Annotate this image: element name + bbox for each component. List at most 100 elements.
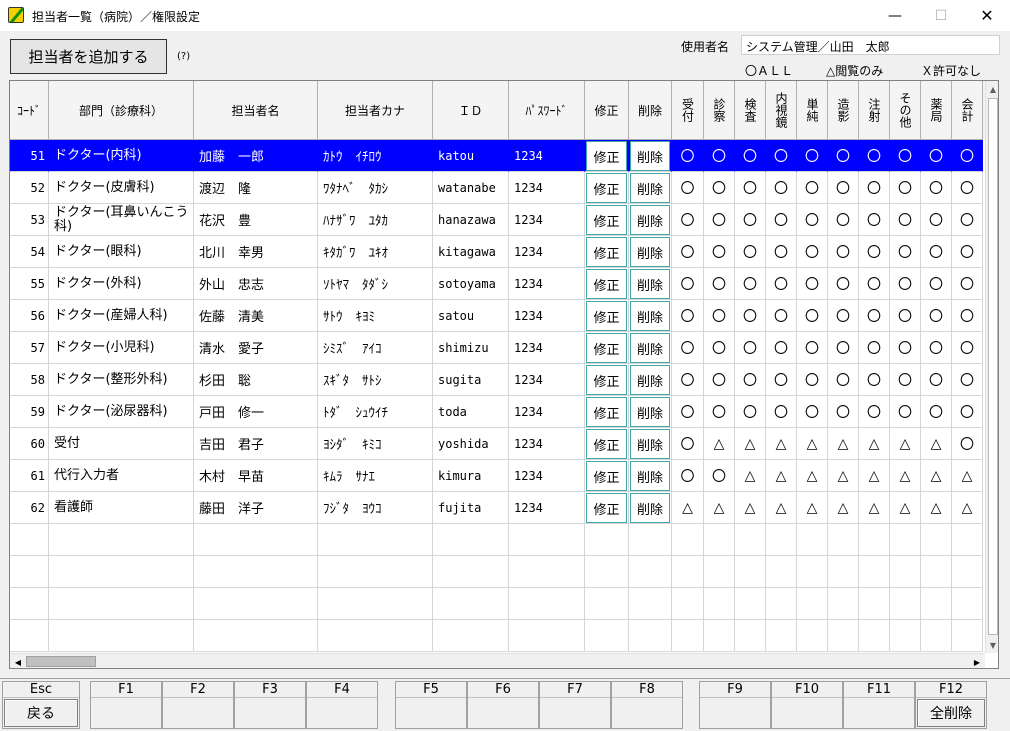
edit-row-button[interactable]: 修正 bbox=[586, 397, 627, 427]
permission-cell[interactable]: 〇 bbox=[890, 236, 921, 268]
permission-cell[interactable]: 〇 bbox=[672, 300, 704, 332]
permission-cell[interactable]: △ bbox=[921, 428, 952, 460]
permission-cell[interactable]: △ bbox=[890, 460, 921, 492]
permission-cell[interactable]: 〇 bbox=[766, 204, 797, 236]
maximize-icon[interactable]: ☐ bbox=[918, 0, 964, 31]
permission-cell[interactable]: 〇 bbox=[735, 268, 766, 300]
permission-cell[interactable]: 〇 bbox=[735, 300, 766, 332]
permission-cell[interactable]: 〇 bbox=[921, 268, 952, 300]
permission-cell[interactable]: 〇 bbox=[704, 268, 735, 300]
edit-row-button[interactable]: 修正 bbox=[586, 333, 627, 363]
permission-cell[interactable]: △ bbox=[859, 492, 890, 524]
permission-cell[interactable]: 〇 bbox=[952, 172, 983, 204]
permission-cell[interactable]: △ bbox=[704, 492, 735, 524]
table-row[interactable]: 58 ドクター(整形外科) 杉田 聡ｽｷﾞﾀ ｻﾄｼ sugita 1234 修正 削除〇〇… bbox=[10, 364, 985, 396]
delete-row-button[interactable]: 削除 bbox=[630, 461, 670, 491]
permission-cell[interactable]: 〇 bbox=[952, 364, 983, 396]
permission-cell[interactable]: 〇 bbox=[704, 460, 735, 492]
edit-row-button[interactable]: 修正 bbox=[586, 301, 627, 331]
permission-cell[interactable]: 〇 bbox=[952, 332, 983, 364]
permission-cell[interactable]: 〇 bbox=[735, 396, 766, 428]
permission-cell[interactable]: 〇 bbox=[672, 236, 704, 268]
permission-cell[interactable]: 〇 bbox=[828, 364, 859, 396]
permission-cell[interactable]: △ bbox=[766, 492, 797, 524]
edit-row-button[interactable]: 修正 bbox=[586, 269, 627, 299]
fkey-f12-button[interactable]: 全削除 bbox=[917, 699, 985, 727]
permission-cell[interactable]: 〇 bbox=[952, 396, 983, 428]
permission-cell[interactable]: 〇 bbox=[797, 236, 828, 268]
permission-cell[interactable]: 〇 bbox=[766, 396, 797, 428]
permission-cell[interactable]: 〇 bbox=[704, 300, 735, 332]
permission-cell[interactable]: 〇 bbox=[890, 204, 921, 236]
delete-row-button[interactable]: 削除 bbox=[630, 429, 670, 459]
permission-cell[interactable]: 〇 bbox=[704, 364, 735, 396]
permission-cell[interactable]: 〇 bbox=[672, 428, 704, 460]
add-staff-button[interactable]: 担当者を追加する bbox=[10, 39, 167, 74]
permission-cell[interactable]: 〇 bbox=[890, 396, 921, 428]
permission-cell[interactable]: 〇 bbox=[859, 332, 890, 364]
permission-cell[interactable]: 〇 bbox=[766, 268, 797, 300]
table-row[interactable]: 57 ドクター(小児科) 清水 愛子 ｼﾐｽﾞ ｱｲｺ shimizu 1234 修正 削除〇… bbox=[10, 332, 985, 364]
permission-cell[interactable]: 〇 bbox=[704, 236, 735, 268]
permission-cell[interactable]: 〇 bbox=[797, 364, 828, 396]
permission-cell[interactable]: 〇 bbox=[921, 396, 952, 428]
permission-cell[interactable]: 〇 bbox=[672, 140, 704, 172]
permission-cell[interactable]: 〇 bbox=[828, 268, 859, 300]
permission-cell[interactable]: 〇 bbox=[890, 364, 921, 396]
permission-cell[interactable]: 〇 bbox=[921, 172, 952, 204]
permission-cell[interactable]: 〇 bbox=[921, 204, 952, 236]
permission-cell[interactable]: △ bbox=[890, 492, 921, 524]
table-row[interactable]: 60 受付 吉田 君子 ﾖｼﾀﾞ ｷﾐｺ yoshida 1234 修正 削除〇 △ △ △ △ △ △ △… bbox=[10, 428, 985, 460]
permission-cell[interactable]: 〇 bbox=[735, 332, 766, 364]
table-row[interactable]: 53 ドクター(耳鼻いんこう科) 花沢 豊ﾊﾅｻﾞﾜ ﾕﾀｶ hanazawa 1234… bbox=[10, 204, 985, 236]
edit-row-button[interactable]: 修正 bbox=[586, 429, 627, 459]
permission-cell[interactable]: △ bbox=[766, 460, 797, 492]
permission-cell[interactable]: △ bbox=[735, 428, 766, 460]
permission-cell[interactable]: 〇 bbox=[672, 172, 704, 204]
horizontal-scroll-thumb[interactable] bbox=[26, 656, 96, 667]
permission-cell[interactable]: 〇 bbox=[952, 140, 983, 172]
delete-row-button[interactable]: 削除 bbox=[630, 237, 670, 267]
permission-cell[interactable]: 〇 bbox=[828, 172, 859, 204]
table-row[interactable]: 51 ドクター(内科) 加藤 一郎 ｶﾄｳ ｲﾁﾛｳ katou 1234 修正 削除〇〇〇〇… bbox=[10, 140, 985, 172]
permission-cell[interactable]: 〇 bbox=[828, 140, 859, 172]
permission-cell[interactable]: 〇 bbox=[766, 332, 797, 364]
permission-cell[interactable]: 〇 bbox=[704, 172, 735, 204]
delete-row-button[interactable]: 削除 bbox=[630, 173, 670, 203]
permission-cell[interactable]: △ bbox=[828, 492, 859, 524]
permission-cell[interactable]: 〇 bbox=[952, 428, 983, 460]
delete-row-button[interactable]: 削除 bbox=[630, 397, 670, 427]
permission-cell[interactable]: 〇 bbox=[797, 204, 828, 236]
permission-cell[interactable]: 〇 bbox=[797, 140, 828, 172]
permission-cell[interactable]: 〇 bbox=[797, 172, 828, 204]
permission-cell[interactable]: 〇 bbox=[672, 268, 704, 300]
permission-cell[interactable]: 〇 bbox=[704, 140, 735, 172]
permission-cell[interactable]: 〇 bbox=[921, 332, 952, 364]
permission-cell[interactable]: 〇 bbox=[735, 172, 766, 204]
permission-cell[interactable]: 〇 bbox=[859, 364, 890, 396]
permission-cell[interactable]: 〇 bbox=[672, 364, 704, 396]
table-row[interactable]: 62 看護師 藤田 洋子 ﾌｼﾞﾀ ﾖｳｺ fujita 1234 修正 削除 △ △ △ △ △ △ △ △… bbox=[10, 492, 985, 524]
permission-cell[interactable]: 〇 bbox=[704, 396, 735, 428]
permission-cell[interactable]: 〇 bbox=[828, 236, 859, 268]
permission-cell[interactable]: 〇 bbox=[797, 396, 828, 428]
scroll-left-icon[interactable]: ◀ bbox=[10, 654, 26, 668]
permission-cell[interactable]: △ bbox=[859, 428, 890, 460]
permission-cell[interactable]: 〇 bbox=[952, 204, 983, 236]
permission-cell[interactable]: 〇 bbox=[859, 204, 890, 236]
permission-cell[interactable]: 〇 bbox=[766, 300, 797, 332]
permission-cell[interactable]: △ bbox=[859, 460, 890, 492]
permission-cell[interactable]: △ bbox=[828, 460, 859, 492]
horizontal-scrollbar[interactable]: ◀ ▶ bbox=[10, 653, 985, 668]
permission-cell[interactable]: 〇 bbox=[859, 172, 890, 204]
permission-cell[interactable]: 〇 bbox=[859, 396, 890, 428]
edit-row-button[interactable]: 修正 bbox=[586, 173, 627, 203]
fkey-esc-button[interactable]: 戻る bbox=[4, 699, 78, 727]
permission-cell[interactable]: △ bbox=[735, 492, 766, 524]
permission-cell[interactable]: 〇 bbox=[704, 204, 735, 236]
permission-cell[interactable]: 〇 bbox=[766, 236, 797, 268]
permission-cell[interactable]: 〇 bbox=[890, 268, 921, 300]
scroll-down-icon[interactable]: ▼ bbox=[986, 637, 998, 653]
scroll-right-icon[interactable]: ▶ bbox=[969, 654, 985, 668]
permission-cell[interactable]: △ bbox=[952, 492, 983, 524]
